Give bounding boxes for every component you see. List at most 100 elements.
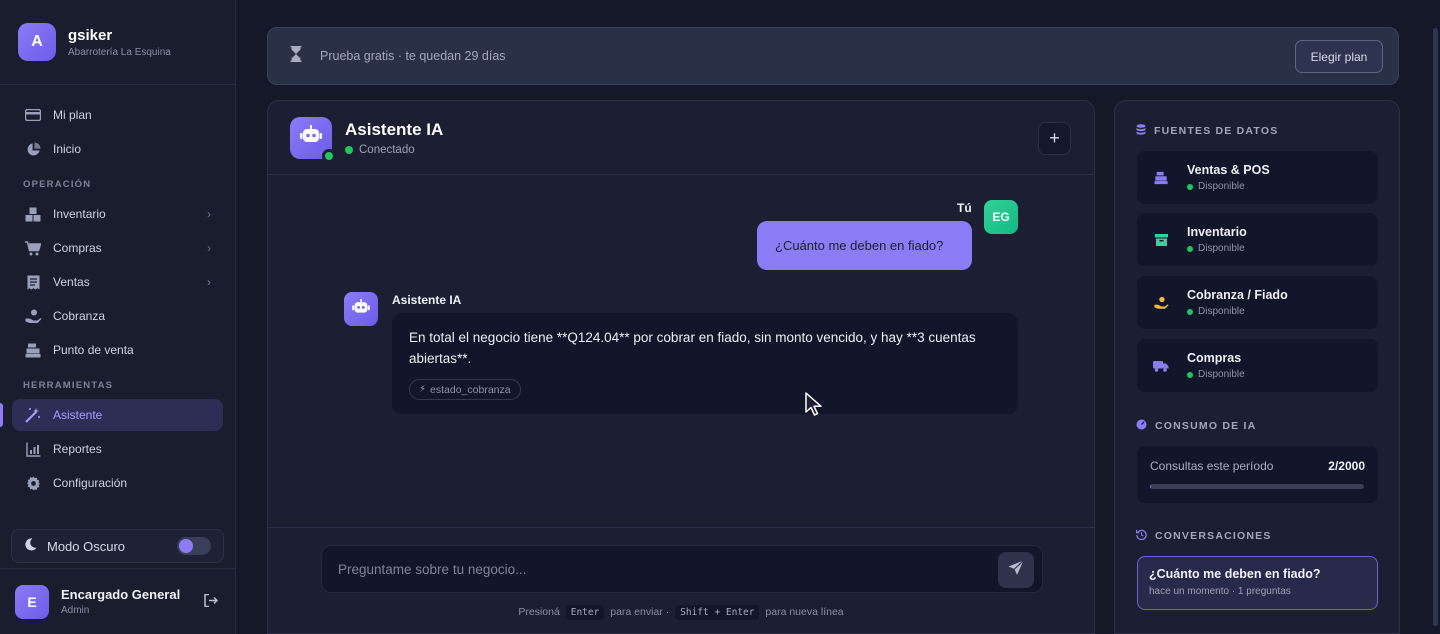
sidebar: A gsiker Abarrotería La Esquina Mi plan … (0, 0, 236, 634)
online-indicator (322, 148, 336, 163)
source-name: Inventario (1187, 225, 1247, 239)
source-status: Disponible (1187, 306, 1288, 317)
sidebar-item-label: Cobranza (53, 309, 106, 323)
send-button[interactable] (998, 552, 1034, 588)
right-panel: FUENTES DE DATOS Ventas & POS Disponible… (1114, 100, 1400, 634)
user-footer: E Encargado General Admin (0, 568, 236, 634)
sidebar-item-label: Punto de venta (53, 343, 134, 357)
logout-icon[interactable] (204, 593, 219, 610)
user-name: Encargado General (61, 587, 181, 602)
source-status-text: Disponible (1198, 181, 1245, 192)
gauge-icon (1136, 419, 1147, 433)
sidebar-item-ventas[interactable]: Ventas › (12, 266, 223, 298)
switch-knob (179, 539, 193, 553)
lightning-icon: ⚡ (419, 384, 427, 395)
sidebar-item-mi-plan[interactable]: Mi plan (12, 99, 223, 131)
trial-banner: Prueba gratis · te quedan 29 días Elegir… (267, 27, 1399, 85)
user-message-avatar: EG (984, 200, 1018, 234)
user-message-label: Tú (957, 201, 972, 215)
sidebar-item-compras[interactable]: Compras › (12, 232, 223, 264)
cart-icon (24, 239, 42, 257)
assistant-message-label: Asistente IA (392, 293, 462, 307)
send-icon (1008, 559, 1024, 581)
brand-name: gsiker (68, 26, 113, 44)
source-name: Cobranza / Fiado (1187, 288, 1288, 302)
user-role: Admin (61, 605, 90, 616)
mouse-cursor-icon (805, 392, 823, 422)
chat-panel: Asistente IA Conectado + Tú EG ¿Cuánto m… (267, 100, 1095, 634)
nav-section-herramientas: HERRAMIENTAS (23, 380, 114, 391)
brand-text: gsiker Abarrotería La Esquina (68, 27, 171, 58)
sidebar-item-cobranza[interactable]: Cobranza (12, 300, 223, 332)
page-scrollbar[interactable] (1433, 28, 1438, 626)
brand-subtitle: Abarrotería La Esquina (68, 46, 171, 58)
sidebar-item-label: Inicio (53, 142, 82, 156)
hourglass-icon (290, 45, 302, 67)
sidebar-item-reportes[interactable]: Reportes (12, 433, 223, 465)
sidebar-item-label: Reportes (53, 442, 102, 456)
archive-icon (1151, 230, 1171, 250)
status-dot (1187, 245, 1193, 252)
source-status: Disponible (1187, 369, 1245, 380)
nav-section-operacion: OPERACIÓN (23, 179, 92, 190)
source-card-cobranza[interactable]: Cobranza / Fiado Disponible (1137, 276, 1378, 329)
source-status-text: Disponible (1198, 306, 1245, 317)
history-icon (1135, 529, 1147, 543)
chat-input[interactable] (322, 546, 982, 592)
ai-usage-card: Consultas este período 2/2000 (1137, 446, 1378, 503)
chat-title-wrap: Asistente IA Conectado (345, 120, 443, 156)
source-status: Disponible (1187, 181, 1270, 192)
chevron-right-icon: › (207, 275, 211, 289)
new-chat-button[interactable]: + (1038, 122, 1071, 155)
choose-plan-button[interactable]: Elegir plan (1295, 40, 1383, 73)
chat-status: Conectado (345, 144, 443, 156)
tool-chip[interactable]: ⚡ estado_cobranza (409, 379, 521, 400)
source-text: Compras Disponible (1187, 351, 1245, 380)
sidebar-item-inventario[interactable]: Inventario › (12, 198, 223, 230)
source-card-compras[interactable]: Compras Disponible (1137, 339, 1378, 392)
sidebar-item-label: Asistente (53, 408, 103, 422)
source-text: Ventas & POS Disponible (1187, 163, 1270, 192)
conversation-item[interactable]: ¿Cuánto me deben en fiado? hace un momen… (1137, 556, 1378, 610)
sidebar-item-punto-de-venta[interactable]: Punto de venta (12, 334, 223, 366)
assistant-message-avatar (344, 292, 378, 326)
data-sources-heading: FUENTES DE DATOS (1136, 124, 1278, 138)
conversation-title: ¿Cuánto me deben en fiado? (1149, 567, 1321, 581)
status-dot (345, 145, 353, 154)
user-message-text: ¿Cuánto me deben en fiado? (775, 238, 944, 253)
user-info: Encargado General Admin (61, 587, 180, 616)
source-text: Inventario Disponible (1187, 225, 1247, 254)
hand-coin-icon (1151, 293, 1171, 313)
status-dot (1187, 183, 1193, 190)
usage-progress-bar (1150, 484, 1364, 489)
sidebar-item-asistente[interactable]: Asistente (0, 399, 223, 431)
sidebar-item-label: Configuración (53, 476, 128, 490)
dark-mode-label: Modo Oscuro (47, 538, 126, 554)
avatar[interactable]: E (15, 584, 49, 619)
hand-coin-icon (24, 307, 42, 325)
bar-chart-icon (24, 440, 42, 458)
chat-status-text: Conectado (359, 143, 415, 156)
source-card-inventario[interactable]: Inventario Disponible (1137, 213, 1378, 266)
sidebar-item-label: Compras (53, 241, 102, 255)
robot-icon (300, 125, 322, 150)
sidebar-item-label: Ventas (53, 275, 90, 289)
ai-usage-heading: CONSUMO DE IA (1136, 419, 1256, 433)
sidebar-nav: Mi plan Inicio OPERACIÓN Inventario › Co… (0, 85, 235, 501)
dark-mode-toggle[interactable]: Modo Oscuro (11, 529, 224, 563)
source-status-text: Disponible (1198, 369, 1245, 380)
brand-header[interactable]: A gsiker Abarrotería La Esquina (0, 0, 235, 85)
pie-chart-icon (24, 140, 42, 158)
source-status-text: Disponible (1198, 243, 1245, 254)
dark-mode-switch[interactable] (177, 537, 211, 555)
sidebar-item-inicio[interactable]: Inicio (12, 133, 223, 165)
source-card-ventas[interactable]: Ventas & POS Disponible (1137, 151, 1378, 204)
truck-icon (1151, 356, 1171, 376)
trial-text: Prueba gratis · te quedan 29 días (320, 49, 506, 63)
user-message-bubble: ¿Cuánto me deben en fiado? (757, 221, 972, 270)
main-area: Prueba gratis · te quedan 29 días Elegir… (236, 0, 1440, 634)
database-icon (1136, 124, 1146, 138)
composer-hint: Presioná Enter para enviar · Shift + Ent… (268, 605, 1094, 620)
chevron-right-icon: › (207, 207, 211, 221)
sidebar-item-configuracion[interactable]: Configuración (12, 467, 223, 499)
